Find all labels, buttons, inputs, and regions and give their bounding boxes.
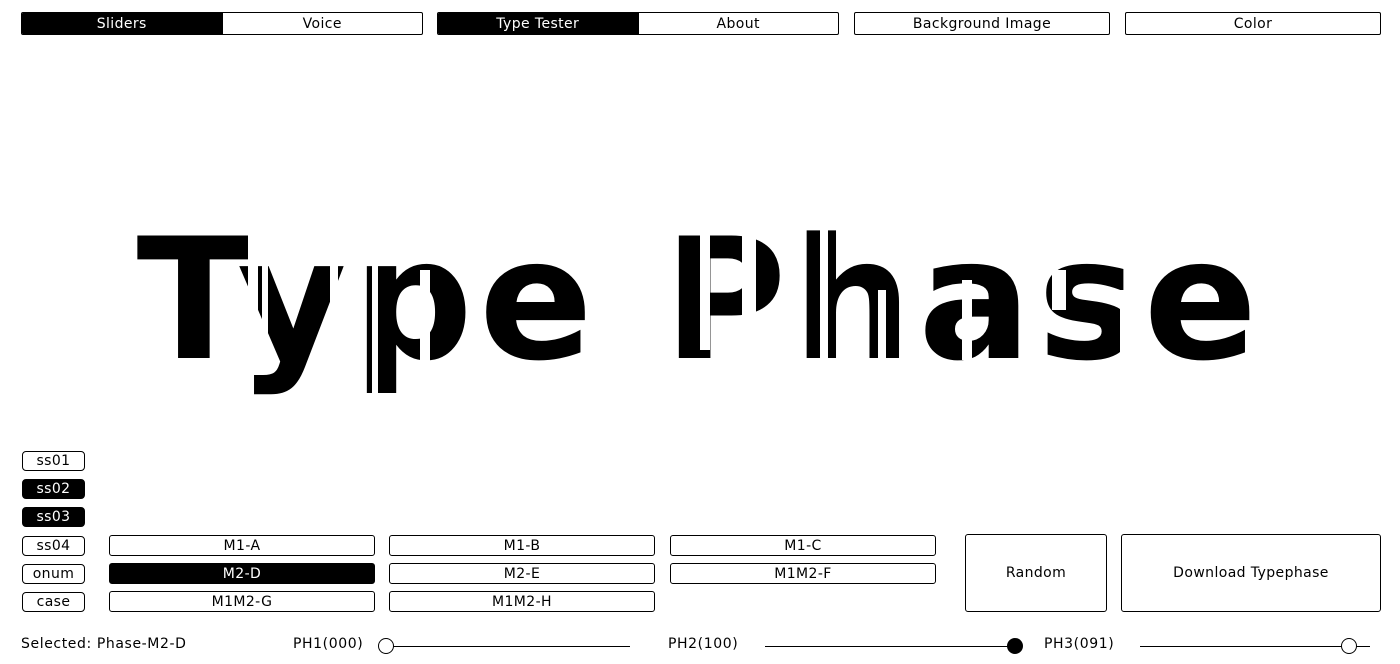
phase-slice xyxy=(248,230,258,360)
phase-slice xyxy=(1120,290,1130,360)
phase-slice xyxy=(262,230,268,360)
phase-slice xyxy=(742,230,756,320)
phase-slice xyxy=(700,230,710,350)
type-preview[interactable]: Type Phase xyxy=(0,190,1400,430)
random-button[interactable]: Random xyxy=(965,534,1107,612)
ph1-slider[interactable] xyxy=(378,638,630,654)
phase-slice xyxy=(372,260,378,400)
tab-about[interactable]: About xyxy=(637,13,839,34)
phase-slice xyxy=(420,270,430,400)
tab-voice[interactable]: Voice xyxy=(221,13,423,34)
tab-type-tester[interactable]: Type Tester xyxy=(438,13,638,34)
selected-status: Selected: Phase-M2-D xyxy=(21,636,187,652)
color-button[interactable]: Color xyxy=(1125,12,1381,35)
variant-m1-c-button[interactable]: M1-C xyxy=(670,535,936,556)
feature-ss04-toggle[interactable]: ss04 xyxy=(22,536,85,556)
ph3-slider-handle[interactable] xyxy=(1341,638,1358,654)
variant-m2-e-button[interactable]: M2-E xyxy=(389,563,655,584)
ph2-slider-handle[interactable] xyxy=(1007,638,1023,654)
ph3-slider[interactable] xyxy=(1140,638,1370,654)
variant-m1m2-f-button[interactable]: M1M2-F xyxy=(670,563,936,584)
tab-sliders[interactable]: Sliders xyxy=(22,13,222,34)
ph1-label: PH1(000) xyxy=(293,636,364,652)
variant-m1m2-g-button[interactable]: M1M2-G xyxy=(109,591,375,612)
ph2-label: PH2(100) xyxy=(668,636,739,652)
view-tab-group: Type Tester About xyxy=(437,12,839,35)
ph3-label: PH3(091) xyxy=(1044,636,1115,652)
background-image-button[interactable]: Background Image xyxy=(854,12,1110,35)
feature-ss01-toggle[interactable]: ss01 xyxy=(22,451,85,471)
mode-tab-group: Sliders Voice xyxy=(21,12,423,35)
variant-m1m2-h-button[interactable]: M1M2-H xyxy=(389,591,655,612)
feature-case-toggle[interactable]: case xyxy=(22,592,85,612)
phase-slice xyxy=(820,230,828,370)
variant-m2-d-button[interactable]: M2-D xyxy=(109,563,375,584)
variant-m1-b-button[interactable]: M1-B xyxy=(389,535,655,556)
feature-ss03-toggle[interactable]: ss03 xyxy=(22,507,85,527)
ph2-slider[interactable] xyxy=(765,638,1023,654)
download-typephase-button[interactable]: Download Typephase xyxy=(1121,534,1381,612)
feature-ss02-toggle[interactable]: ss02 xyxy=(22,479,85,499)
phase-slice xyxy=(330,260,338,400)
phase-slice xyxy=(878,290,886,360)
phase-slice xyxy=(1052,270,1066,310)
feature-onum-toggle[interactable]: onum xyxy=(22,564,85,584)
variant-m1-a-button[interactable]: M1-A xyxy=(109,535,375,556)
ph1-slider-handle[interactable] xyxy=(378,638,394,654)
phase-slice xyxy=(962,280,972,360)
